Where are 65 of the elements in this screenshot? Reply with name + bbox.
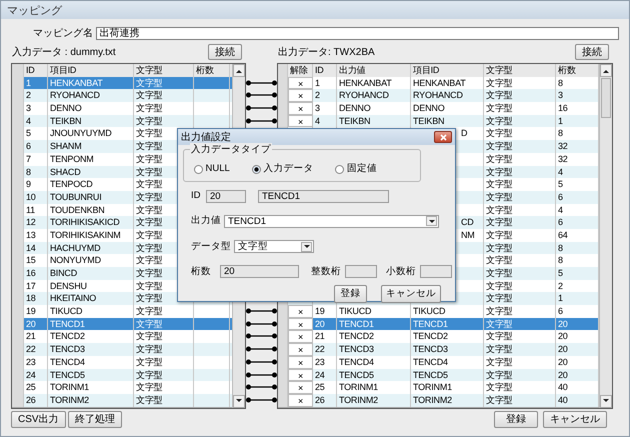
scroll-up-button[interactable] — [233, 64, 245, 77]
field-label: マッピング名 — [33, 26, 93, 40]
table-cell: 26 — [24, 394, 48, 407]
scroll-down-icon — [235, 398, 243, 404]
scroll-up-icon — [235, 68, 243, 74]
field-label: データ型 — [191, 240, 231, 254]
scroll-up-icon — [602, 68, 610, 74]
radio-option[interactable]: 固定値 — [335, 162, 377, 176]
field-label: 桁数 — [191, 264, 212, 279]
remove-button[interactable]: × — [288, 89, 313, 102]
scroll-thumb[interactable] — [601, 78, 611, 118]
footer-button[interactable]: キャンセル — [543, 410, 607, 428]
remove-button[interactable]: × — [288, 114, 313, 128]
radio-option[interactable]: NULL — [194, 162, 230, 176]
remove-button[interactable]: × — [288, 102, 313, 115]
input-data-label: 入力データ : dummy.txt — [12, 46, 116, 60]
remove-button[interactable]: × — [288, 318, 313, 330]
row-header[interactable] — [12, 394, 24, 407]
footer-button[interactable]: 登録 — [494, 410, 538, 428]
mapping-name-field[interactable]: 出荷連携 — [96, 26, 619, 40]
table-cell: TORINM2 — [48, 394, 134, 407]
connect-button[interactable]: 接続 — [575, 44, 609, 60]
close-button[interactable] — [434, 131, 452, 143]
scroll-down-button[interactable] — [233, 394, 245, 408]
table-cell: 26 — [313, 394, 337, 407]
field-label: 小数桁 — [386, 264, 416, 279]
footer-button[interactable]: 終了処理 — [68, 410, 122, 428]
name-field: TENCD1 — [258, 190, 389, 203]
window-title: マッピング — [1, 1, 629, 19]
id-field: 20 — [206, 190, 246, 203]
footer-button[interactable]: CSV出力 — [11, 410, 66, 428]
data-type-select[interactable]: 文字型 — [234, 240, 314, 254]
digits-field: 20 — [220, 265, 299, 278]
row-header[interactable] — [278, 394, 288, 407]
remove-button[interactable]: × — [288, 356, 313, 368]
close-icon — [440, 134, 446, 140]
dialog-button[interactable]: キャンセル — [381, 285, 441, 303]
remove-button[interactable]: × — [288, 305, 313, 318]
table-cell: TORINM2 — [411, 394, 484, 407]
decimal-digits-field — [420, 265, 452, 278]
scroll-down-icon — [602, 398, 610, 404]
remove-button[interactable]: × — [288, 330, 313, 344]
caret-icon — [302, 244, 310, 250]
field-label: ID — [191, 189, 202, 203]
row-header[interactable] — [278, 114, 288, 128]
field-label: 出力値 — [191, 214, 221, 228]
integer-digits-field — [345, 265, 377, 278]
scroll-up-button[interactable] — [600, 64, 612, 77]
field-label: 整数桁 — [311, 264, 341, 279]
row-header[interactable] — [278, 305, 288, 318]
remove-button[interactable]: × — [288, 343, 313, 356]
output-value-select[interactable]: TENCD1 — [224, 214, 439, 228]
remove-button[interactable]: × — [288, 381, 313, 394]
table-cell: 文字型 — [484, 394, 556, 407]
connect-button[interactable]: 接続 — [208, 44, 242, 60]
dialog-button[interactable]: 登録 — [334, 285, 367, 303]
caret-icon — [428, 218, 436, 224]
radio-option[interactable]: 入力データ — [252, 162, 314, 176]
table-cell: 文字型 — [134, 394, 194, 407]
remove-button[interactable]: × — [288, 394, 313, 407]
output-data-label: 出力データ: TWX2BA — [278, 46, 375, 60]
scroll-down-button[interactable] — [600, 394, 612, 408]
remove-button[interactable]: × — [288, 368, 313, 382]
remove-button[interactable]: × — [288, 76, 313, 90]
table-cell: TORINM2 — [337, 394, 411, 407]
